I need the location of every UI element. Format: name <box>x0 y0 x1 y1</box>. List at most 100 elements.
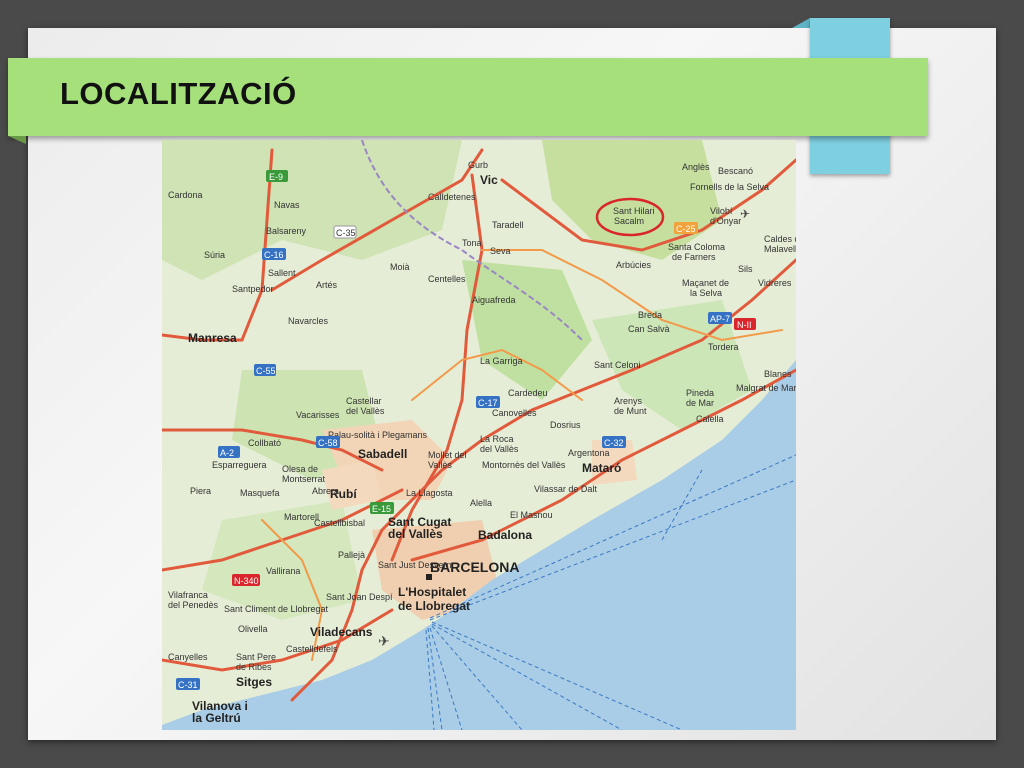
label-sitges: Sitges <box>236 675 272 689</box>
label-lagarriga: La Garriga <box>480 356 523 366</box>
map-svg: Sant Hilari Sacalm BARCELONA L'Hospitale… <box>162 140 796 730</box>
label-gurb: Gurb <box>468 160 488 170</box>
label-montornes: Montornès del Vallès <box>482 460 566 470</box>
road-label-c32: C-32 <box>604 438 624 448</box>
label-arenys-1: Arenys <box>614 396 643 406</box>
label-argentona: Argentona <box>568 448 610 458</box>
label-suria: Súria <box>204 250 225 260</box>
label-caldes-2: Malavella <box>764 244 796 254</box>
road-label-a2: A-2 <box>220 448 234 458</box>
label-laroca-2: del Vallès <box>480 444 519 454</box>
road-label-n340: N-340 <box>234 576 259 586</box>
label-balsareny: Balsareny <box>266 226 307 236</box>
label-olivella: Olivella <box>238 624 268 634</box>
label-sabadell: Sabadell <box>358 447 407 461</box>
road-label-c35: C-35 <box>336 228 356 238</box>
label-cansalva: Can Salvà <box>628 324 670 334</box>
label-canyelles: Canyelles <box>168 652 208 662</box>
label-santcugat-2: del Vallès <box>388 527 443 541</box>
label-breda: Breda <box>638 310 662 320</box>
label-macanet-2: la Selva <box>690 288 722 298</box>
label-collbato: Collbató <box>248 438 281 448</box>
label-santpere-1: Sant Pere <box>236 652 276 662</box>
label-viladecans: Viladecans <box>310 625 373 639</box>
accent-fold <box>792 18 810 28</box>
label-santceloni: Sant Celoni <box>594 360 641 370</box>
label-mollet-2: Vallès <box>428 460 452 470</box>
road-label-e9: E-9 <box>269 172 283 182</box>
label-castellbisbal: Castellbisbal <box>314 518 365 528</box>
label-santjust: Sant Just Desvern <box>378 560 452 570</box>
label-santpedor: Santpedor <box>232 284 274 294</box>
label-seva: Seva <box>490 246 511 256</box>
road-label-c55: C-55 <box>256 366 276 376</box>
label-tordera: Tordera <box>708 342 739 352</box>
label-cardona: Cardona <box>168 190 203 200</box>
label-laroca-1: La Roca <box>480 434 514 444</box>
label-sils: Sils <box>738 264 753 274</box>
label-alella: Alella <box>470 498 492 508</box>
label-vilobi-1: Vilobí <box>710 206 733 216</box>
label-esparreguera: Esparreguera <box>212 460 267 470</box>
label-vacarisses: Vacarisses <box>296 410 340 420</box>
label-vic: Vic <box>480 173 498 187</box>
label-navas: Navas <box>274 200 300 210</box>
label-calldetenes: Calldetenes <box>428 192 476 202</box>
label-sallent: Sallent <box>268 268 296 278</box>
label-blanes: Blanes <box>764 369 792 379</box>
label-castellar-2: del Vallès <box>346 406 385 416</box>
label-olesa-2: Montserrat <box>282 474 326 484</box>
label-badalona: Badalona <box>478 528 532 542</box>
highlight-label-2: Sacalm <box>614 216 644 226</box>
road-label-c31: C-31 <box>178 680 198 690</box>
title-band-fold <box>8 136 26 144</box>
slide-title: LOCALITZACIÓ <box>60 76 297 111</box>
label-malgrat: Malgrat de Mar <box>736 383 796 393</box>
label-pallejà: Pallejà <box>338 550 365 560</box>
label-santpere-2: de Ribes <box>236 662 272 672</box>
label-tona: Tona <box>462 238 482 248</box>
label-artes: Artés <box>316 280 338 290</box>
label-olesa-1: Olesa de <box>282 464 318 474</box>
label-navarcles: Navarcles <box>288 316 329 326</box>
label-manresa: Manresa <box>188 331 237 345</box>
label-vidreres: Vidreres <box>758 278 792 288</box>
highlight-label-1: Sant Hilari <box>613 206 655 216</box>
label-mollet-1: Mollet del <box>428 450 467 460</box>
label-lallagosta: La Llagosta <box>406 488 453 498</box>
label-arenys-2: de Munt <box>614 406 647 416</box>
label-castellar-1: Castellar <box>346 396 382 406</box>
label-bescano: Bescanó <box>718 166 753 176</box>
label-arbucies: Arbúcies <box>616 260 652 270</box>
label-fornells: Fornells de la Selva <box>690 182 769 192</box>
map-image: Sant Hilari Sacalm BARCELONA L'Hospitale… <box>162 140 796 730</box>
label-castelldefels: Castelldefels <box>286 644 338 654</box>
barcelona-marker <box>426 574 432 580</box>
label-santclimen: Sant Climent de Llobregat <box>224 604 329 614</box>
label-masquefa: Masquefa <box>240 488 280 498</box>
label-abrera: Abrera <box>312 486 339 496</box>
label-elmasnou: El Masnou <box>510 510 553 520</box>
label-macanet-1: Maçanet de <box>682 278 729 288</box>
road-label-ap7: AP-7 <box>710 314 730 324</box>
label-pineda-1: Pineda <box>686 388 714 398</box>
road-label-c16: C-16 <box>264 250 284 260</box>
label-aiguafreda: Aiguafreda <box>472 295 516 305</box>
label-centelles: Centelles <box>428 274 466 284</box>
road-label-n11: N-II <box>737 320 752 330</box>
label-moia: Moià <box>390 262 410 272</box>
label-santacoloma-2: de Farners <box>672 252 716 262</box>
label-hospitalet-2: de Llobregat <box>398 599 470 613</box>
label-vilanova-2: la Geltrú <box>192 711 241 725</box>
road-label-c17: C-17 <box>478 398 498 408</box>
label-vilassar: Vilassar de Dalt <box>534 484 597 494</box>
label-dosrius: Dosrius <box>550 420 581 430</box>
label-santjoan: Sant Joan Despí <box>326 592 393 602</box>
label-palau: Palau-solità i Plegamans <box>328 430 428 440</box>
label-vilobi-2: d'Onyar <box>710 216 741 226</box>
label-canovelles: Canovelles <box>492 408 537 418</box>
label-vilafranca-2: del Penedès <box>168 600 219 610</box>
airport-icon: ✈ <box>740 207 750 221</box>
label-caldes-1: Caldes de <box>764 234 796 244</box>
road-label-c58: C-58 <box>318 438 338 448</box>
